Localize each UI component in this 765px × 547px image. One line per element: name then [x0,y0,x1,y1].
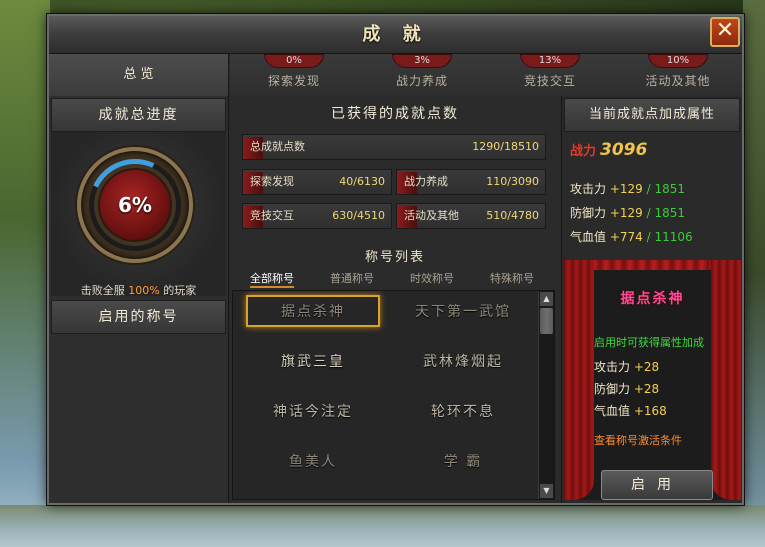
points-and-titles-panel: 已获得的成就点数 总成就点数 1290/18510 探索发现 40/6130 战… [230,96,560,503]
tab-arena[interactable]: 13% 竞技交互 [486,54,615,96]
attr-max: / 1851 [646,182,686,196]
points-heading: 已获得的成就点数 [230,98,560,132]
background-bottom [0,505,765,547]
progress-ring-panel: 6% 击败全服 100% 的玩家 [51,132,226,298]
attr-label: 气血值 [570,230,607,244]
bonus-plus: +28 [633,382,660,396]
stat-label: 总成就点数 [250,140,305,153]
bonus-panel: 当前成就点加成属性 战力 3096 攻击力 +129 / 1851 防御力 +12… [561,96,742,503]
scroll-down-icon[interactable]: ▼ [540,484,553,498]
category-progress-pct: 10% [666,55,690,66]
category-progress-pct: 13% [538,55,562,66]
title-item[interactable]: 天下第一武馆 [396,297,530,329]
attr-row: 气血值 +774 / 11106 [570,228,693,245]
stat-value: 110/3090 [486,175,539,188]
attr-plus: +774 [609,230,643,244]
beat-prefix: 击败全服 [80,284,129,297]
tab-overview[interactable]: 总 览 [49,54,229,96]
background-left [0,0,50,547]
category-progress-pct: 0% [286,55,302,66]
tab-power[interactable]: 3% 战力养成 [358,54,487,96]
title-item[interactable]: 据点杀神 [246,295,380,327]
beat-percent: 100% [128,284,160,297]
enable-title-button[interactable]: 启用 [601,470,713,500]
stat-label: 活动及其他 [404,209,459,222]
category-label: 探索发现 [267,74,320,88]
title-item[interactable]: 神话今注定 [246,397,380,429]
title-item[interactable]: 轮环不息 [396,397,530,429]
title-item[interactable]: 鱼美人 [246,447,380,479]
beat-players-text: 击败全服 100% 的玩家 [51,282,226,298]
attr-max: / 1851 [646,206,686,220]
attr-label: 攻击力 [570,182,607,196]
title-bonus-row: 攻击力 +28 [594,358,659,375]
title-bonus-row: 防御力 +28 [594,380,659,397]
title-item[interactable]: 学 霸 [396,447,530,479]
attr-max: / 11106 [646,230,693,244]
power-value: 3096 [600,140,648,160]
stat-label: 探索发现 [250,175,294,188]
filter-tab-all[interactable]: 全部称号 [250,270,294,288]
filter-tab-timed[interactable]: 时效称号 [410,270,454,286]
category-tabs: 总 览 0% 探索发现 3% 战力养成 13% 竞技交互 10% 活动及其他 [49,54,742,96]
bonus-plus: +28 [633,360,660,374]
titles-list-heading: 称号列表 [364,250,425,265]
attr-row: 攻击力 +129 / 1851 [570,180,685,197]
attr-label: 防御力 [570,206,607,220]
stat-label: 战力养成 [404,175,448,188]
combat-power: 战力 3096 [570,140,647,160]
achievement-window: 成 就 ✕ 总 览 0% 探索发现 3% 战力养成 13% 竞技交互 10% 活… [47,14,744,505]
category-label: 战力养成 [395,74,448,88]
bonus-label: 防御力 [594,382,631,396]
tab-explore[interactable]: 0% 探索发现 [230,54,359,96]
tab-events[interactable]: 10% 活动及其他 [614,54,742,96]
progress-percent: 6% [98,168,172,242]
title-item[interactable]: 武林烽烟起 [396,347,530,379]
window-title: 成 就 [362,24,429,45]
titles-scrollbar[interactable]: ▲ ▼ [538,291,554,499]
category-label: 活动及其他 [645,74,711,88]
stat-row: 活动及其他 510/4780 [396,203,546,229]
attr-plus: +129 [609,206,643,220]
stat-label: 竞技交互 [250,209,294,222]
filter-tab-special[interactable]: 特殊称号 [490,270,534,286]
close-button[interactable]: ✕ [710,17,740,47]
enabled-title-heading: 启用的称号 [51,300,226,334]
titles-list: 据点杀神 天下第一武馆 旗武三皇 武林烽烟起 神话今注定 轮环不息 鱼美人 学 … [232,290,555,500]
attr-plus: +129 [609,182,643,196]
overview-panel: 成就总进度 6% 击败全服 100% 的玩家 启用的称号 [49,96,229,503]
title-bar[interactable]: 成 就 ✕ [49,16,742,54]
selected-title-name: 据点杀神 [620,291,685,307]
scroll-thumb[interactable] [540,308,553,334]
bonus-heading: 当前成就点加成属性 [564,98,740,132]
scroll-up-icon[interactable]: ▲ [540,292,553,306]
category-label: 竞技交互 [523,74,576,88]
background-right [743,0,765,547]
beat-suffix: 的玩家 [159,284,197,297]
enable-hint: 启用时可获得属性加成 [594,336,704,349]
bonus-label: 气血值 [594,404,631,418]
bonus-label: 攻击力 [594,360,631,374]
stat-row: 战力养成 110/3090 [396,169,546,195]
title-item[interactable]: 旗武三皇 [246,347,380,379]
bonus-plus: +168 [633,404,667,418]
view-activation-conditions-link[interactable]: 查看称号激活条件 [594,432,682,448]
stat-value: 510/4780 [486,209,539,222]
total-points-row: 总成就点数 1290/18510 [242,134,546,160]
stat-value: 1290/18510 [472,140,539,153]
progress-heading: 成就总进度 [51,98,226,132]
stat-value: 630/4510 [332,209,385,222]
title-preview-stage: 据点杀神 启用时可获得属性加成 攻击力 +28 防御力 +28 气血值 +168… [564,260,741,500]
stat-row: 竞技交互 630/4510 [242,203,392,229]
stat-value: 40/6130 [339,175,385,188]
title-bonus-row: 气血值 +168 [594,402,667,419]
power-label: 战力 [570,144,597,159]
stat-row: 探索发现 40/6130 [242,169,392,195]
filter-tab-normal[interactable]: 普通称号 [330,270,374,286]
progress-ring: 6% [76,146,194,264]
category-progress-pct: 3% [414,55,430,66]
attr-row: 防御力 +129 / 1851 [570,204,685,221]
